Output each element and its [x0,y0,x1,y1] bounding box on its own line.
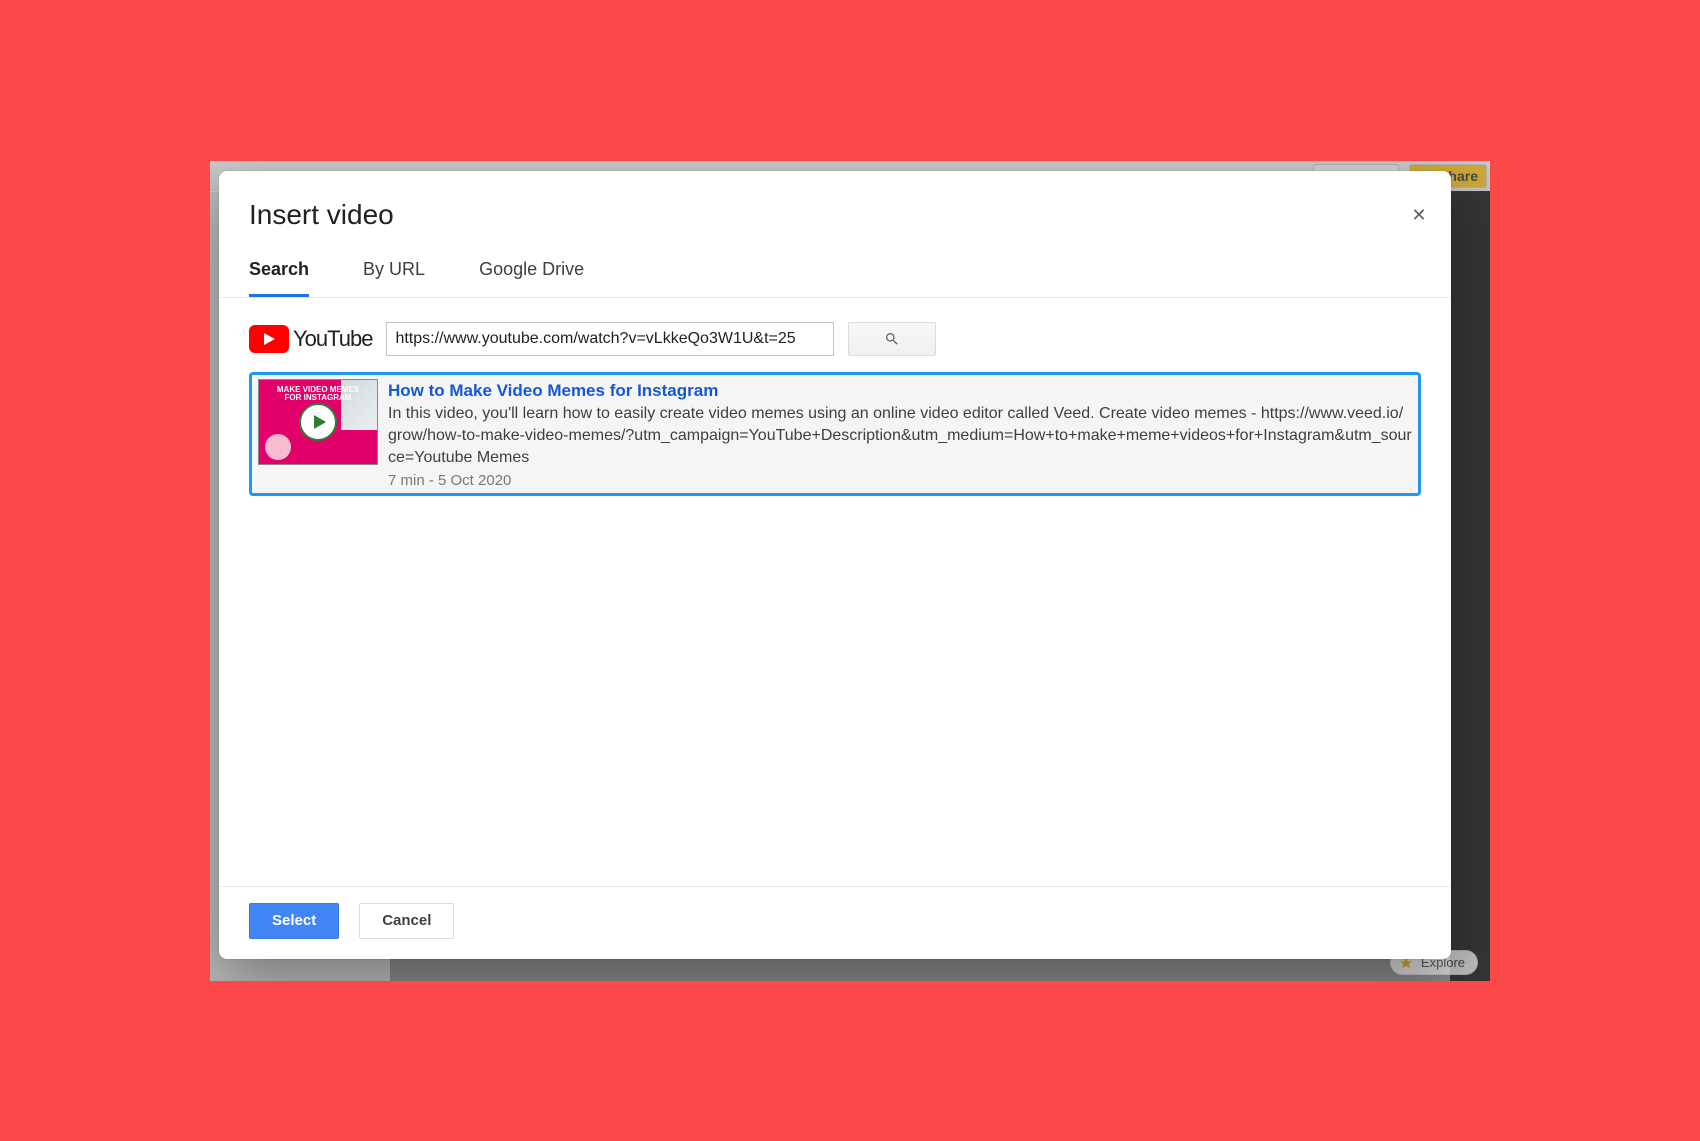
bg-canvas-dark [1450,191,1490,981]
insert-video-dialog: Insert video ✕ Search By URL Google Driv… [219,171,1451,959]
video-thumbnail: MAKE VIDEO MEMES FOR INSTAGRAM [258,379,378,465]
youtube-logo: YouTube [249,325,372,353]
video-result-item[interactable]: MAKE VIDEO MEMES FOR INSTAGRAM How to Ma… [249,372,1421,496]
youtube-icon [249,325,289,353]
select-button[interactable]: Select [249,903,339,939]
dialog-title: Insert video [249,199,1421,231]
video-result-meta: How to Make Video Memes for Instagram In… [388,379,1412,489]
video-result-timestamp: 7 min - 5 Oct 2020 [388,472,1412,489]
tabs-bar: Search By URL Google Drive [219,259,1451,298]
video-result-description: In this video, you'll learn how to easil… [388,403,1412,470]
youtube-wordmark: YouTube [293,326,372,352]
tab-search[interactable]: Search [249,259,309,297]
dialog-header: Insert video ✕ Search By URL Google Driv… [219,171,1451,298]
search-row: YouTube [219,298,1451,356]
tab-google-drive[interactable]: Google Drive [479,259,584,297]
video-result-title: How to Make Video Memes for Instagram [388,381,1412,401]
close-button[interactable]: ✕ [1409,205,1429,225]
dialog-footer: Select Cancel [219,886,1451,959]
search-icon [884,331,900,347]
slides-app-background: Present 🔒 Share 25 Explore Insert video … [210,161,1490,981]
play-icon [299,403,337,441]
search-button[interactable] [848,322,936,356]
results-area: MAKE VIDEO MEMES FOR INSTAGRAM How to Ma… [219,356,1451,886]
tab-by-url[interactable]: By URL [363,259,425,297]
thumbnail-caption: MAKE VIDEO MEMES FOR INSTAGRAM [259,386,377,404]
video-url-input[interactable] [386,322,834,356]
cancel-button[interactable]: Cancel [359,903,454,939]
close-icon: ✕ [1411,206,1426,224]
